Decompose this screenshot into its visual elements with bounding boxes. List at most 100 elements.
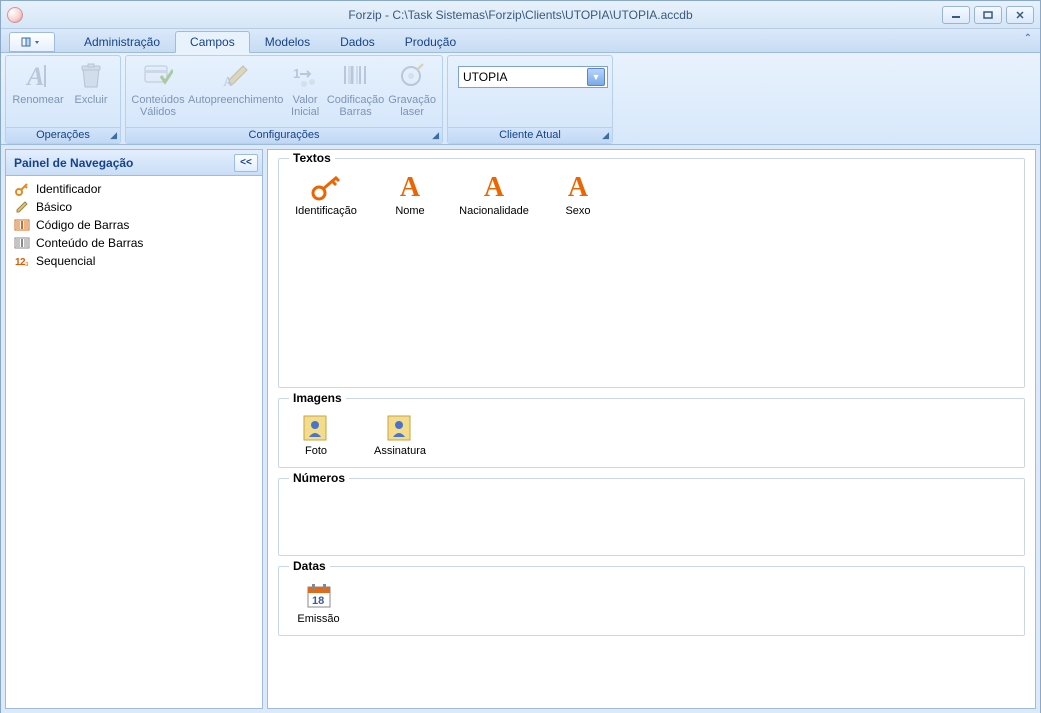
group-datas: Datas 18 Emissão [278,566,1025,636]
ribbon-group-cliente: UTOPIA ▼ Cliente Atual ◢ [447,55,613,144]
photo-icon [299,413,333,443]
nav-collapse-button[interactable]: << [234,154,258,172]
nav-item-codigo-barras[interactable]: Código de Barras [6,216,262,234]
calendar-icon: 18 [302,581,336,611]
tab-administracao[interactable]: Administração [69,30,175,52]
field-foto[interactable]: Foto [291,413,341,459]
letter-a-icon: A [393,173,427,203]
app-icon [7,7,23,23]
nav-item-basico[interactable]: Básico [6,198,262,216]
field-label: Nome [395,205,424,217]
tab-campos[interactable]: Campos [175,31,250,53]
key-icon [14,181,30,197]
ribbon-collapse-icon[interactable]: ⌃ [1024,33,1032,44]
renomear-label: Renomear [12,94,63,106]
group-imagens: Imagens Foto Assinatura [278,398,1025,468]
nav-item-conteudo-barras[interactable]: Conteúdo de Barras [6,234,262,252]
sequence-icon: 12₃ [14,253,30,269]
nav-item-sequencial[interactable]: 12₃ Sequencial [6,252,262,270]
dialog-launcher-icon[interactable]: ◢ [110,130,117,141]
group-imagens-label: Imagens [289,391,346,405]
svg-text:1: 1 [293,66,300,81]
ribbon-body: A Renomear Excluir Operações ◢ Conteúdos … [1,53,1040,145]
ribbon-group-operacoes: A Renomear Excluir Operações ◢ [5,55,121,144]
laser-icon [396,60,428,92]
barcode-icon [340,60,372,92]
field-label: Nacionalidade [459,205,529,217]
conteudos-label: Conteúdos Válidos [131,94,184,118]
dialog-launcher-icon[interactable]: ◢ [602,130,609,141]
field-assinatura[interactable]: Assinatura [365,413,435,459]
gravacao-laser-button[interactable]: Gravação laser [386,58,438,120]
tab-producao[interactable]: Produção [390,30,471,52]
field-nacionalidade[interactable]: A Nacionalidade [459,173,529,219]
valor-inicial-button[interactable]: 1 Valor Inicial [285,58,324,120]
content-pane: Textos Identificação A Nome A Nacionalid… [267,149,1036,709]
signature-icon [383,413,417,443]
group-datas-label: Datas [289,559,330,573]
svg-text:18: 18 [312,595,324,607]
initial-value-icon: 1 [289,60,321,92]
codif-label: Codificação Barras [327,94,384,118]
group-numeros: Números [278,478,1025,556]
autopreenchimento-button[interactable]: A Autopreenchimento [186,58,285,108]
nav-header: Painel de Navegação << [6,150,262,176]
ribbon-group-configuracoes: Conteúdos Válidos A Autopreenchimento 1 … [125,55,443,144]
field-nome[interactable]: A Nome [385,173,435,219]
nav-panel: Painel de Navegação << Identificador Bás… [5,149,263,709]
card-check-icon [142,60,174,92]
chevron-down-icon[interactable]: ▼ [587,68,605,86]
letter-a-icon: A [477,173,511,203]
conteudos-validos-button[interactable]: Conteúdos Válidos [130,58,186,120]
tab-modelos[interactable]: Modelos [250,30,325,52]
maximize-button[interactable] [974,6,1002,24]
dialog-launcher-icon[interactable]: ◢ [432,130,439,141]
group-textos-label: Textos [289,151,335,165]
letter-a-icon: A [561,173,595,203]
autopreench-label: Autopreenchimento [188,94,283,106]
nav-item-label: Código de Barras [36,218,129,232]
minimize-button[interactable] [942,6,970,24]
field-label: Assinatura [374,445,426,457]
autofill-icon: A [220,60,252,92]
pencil-icon [14,199,30,215]
rename-icon: A [22,60,54,92]
group-cliente-label: Cliente Atual [499,129,561,141]
svg-text:A: A [223,75,234,90]
field-sexo[interactable]: A Sexo [553,173,603,219]
cliente-atual-dropdown[interactable]: UTOPIA ▼ [458,66,608,88]
field-label: Foto [305,445,327,457]
tab-dados[interactable]: Dados [325,30,390,52]
field-emissao[interactable]: 18 Emissão [291,581,346,627]
main-area: Painel de Navegação << Identificador Bás… [1,145,1040,713]
nav-list: Identificador Básico Código de Barras Co… [6,176,262,274]
group-numeros-label: Números [289,471,349,485]
excluir-button[interactable]: Excluir [66,58,116,108]
field-label: Identificação [295,205,357,217]
svg-text:A: A [25,62,44,91]
barcode-small-icon [14,217,30,233]
excluir-label: Excluir [74,94,107,106]
barcode-content-icon [14,235,30,251]
nav-item-label: Conteúdo de Barras [36,236,143,250]
field-identificacao[interactable]: Identificação [291,173,361,219]
trash-icon [75,60,107,92]
group-config-label: Configurações [249,129,320,141]
field-label: Emissão [297,613,339,625]
nav-item-identificador[interactable]: Identificador [6,180,262,198]
window-title: Forzip - C:\Task Sistemas\Forzip\Clients… [1,8,1040,22]
group-operacoes-label: Operações [36,129,90,141]
app-menu-button[interactable] [9,32,55,52]
field-label: Sexo [565,205,590,217]
cliente-value: UTOPIA [463,70,507,84]
nav-item-label: Básico [36,200,72,214]
titlebar: Forzip - C:\Task Sistemas\Forzip\Clients… [1,1,1040,29]
nav-item-label: Identificador [36,182,101,196]
grav-label: Gravação laser [388,94,436,118]
valor-label: Valor Inicial [287,94,322,118]
codificacao-barras-button[interactable]: Codificação Barras [325,58,386,120]
close-button[interactable] [1006,6,1034,24]
key-icon [309,173,343,203]
nav-item-label: Sequencial [36,254,95,268]
renomear-button[interactable]: A Renomear [10,58,66,108]
